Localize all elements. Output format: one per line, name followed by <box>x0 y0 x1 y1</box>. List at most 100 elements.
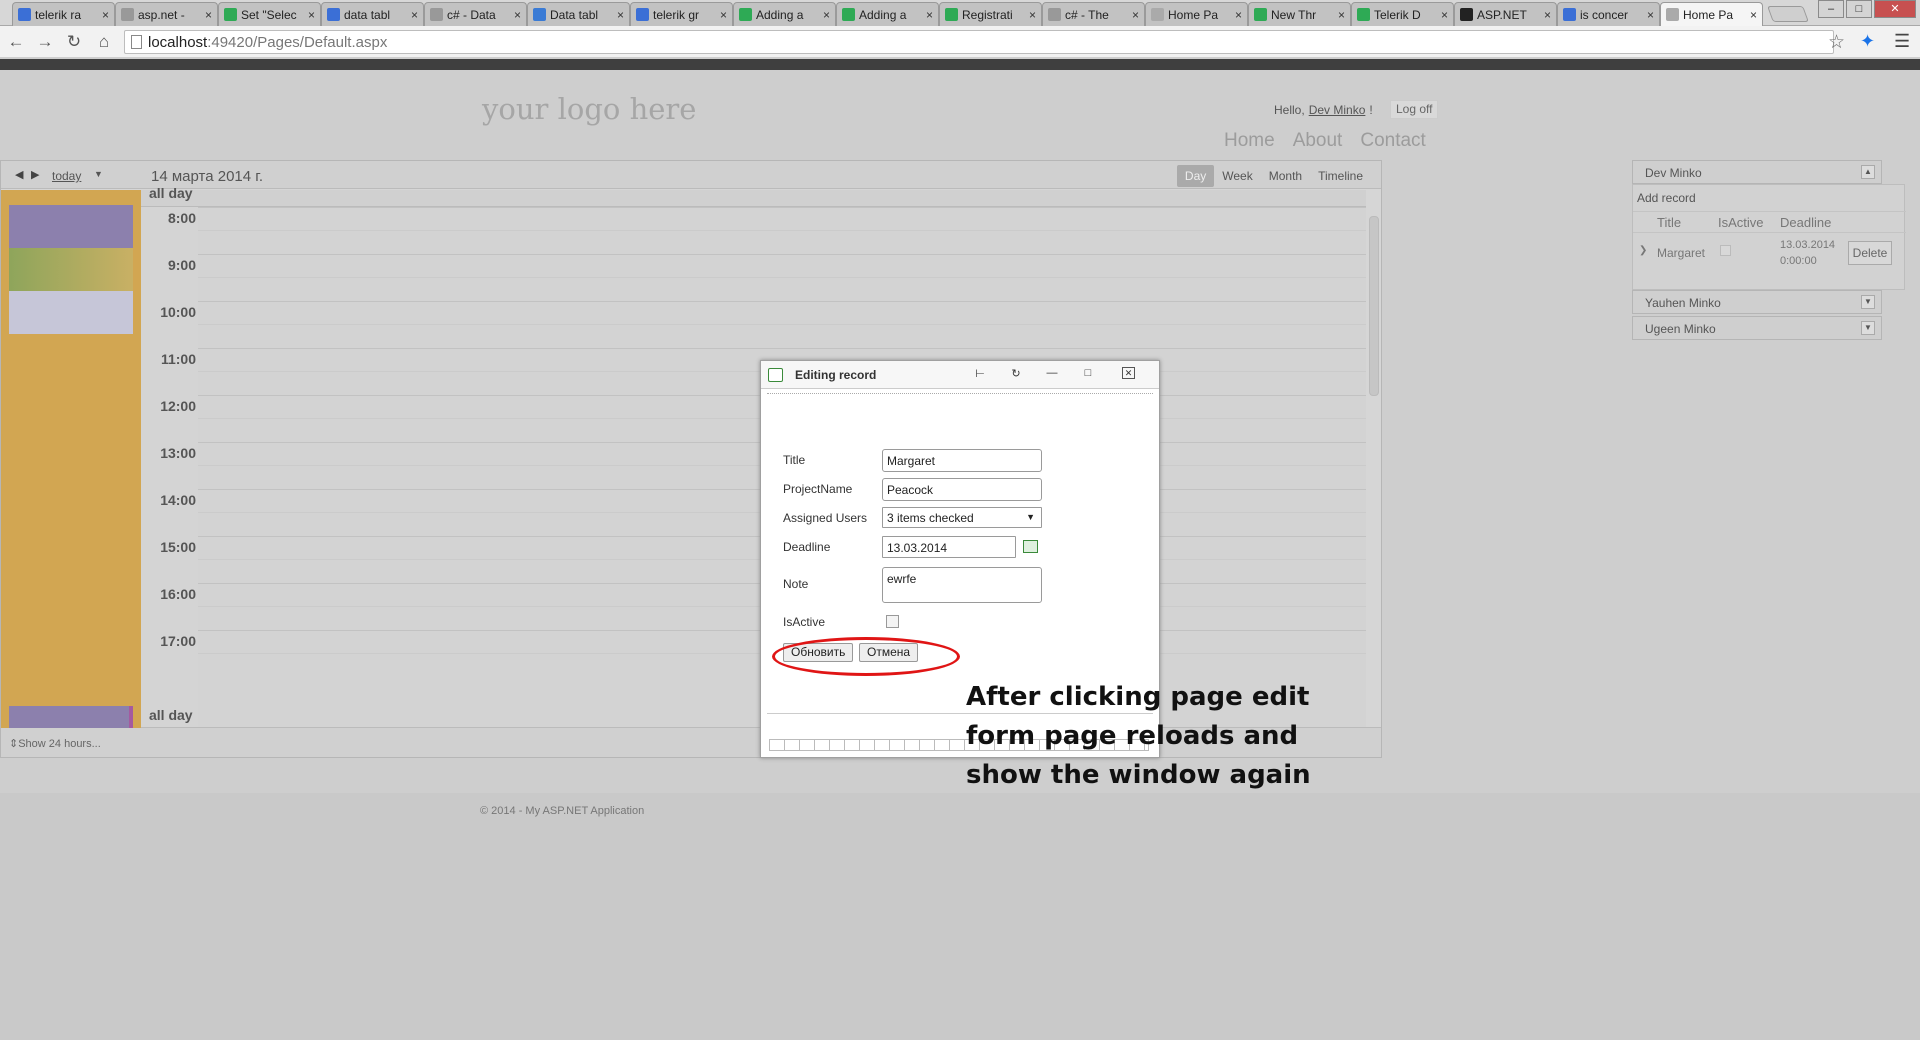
address-bar[interactable]: localhost:49420/Pages/Default.aspx <box>124 30 1834 54</box>
tab-close-icon[interactable]: × <box>205 8 212 22</box>
browser-tab[interactable]: New Thr × <box>1248 2 1351 26</box>
tab-close-icon[interactable]: × <box>617 8 624 22</box>
isactive-checkbox[interactable] <box>1720 245 1731 256</box>
expand-arrow-icon[interactable]: ❯ <box>1639 245 1647 256</box>
tab-close-icon[interactable]: × <box>720 8 727 22</box>
browser-tab[interactable]: c# - The × <box>1042 2 1145 26</box>
tab-close-icon[interactable]: × <box>1647 8 1654 22</box>
google-icon <box>1563 8 1576 21</box>
browser-tab[interactable]: asp.net - × <box>115 2 218 26</box>
chevron-down-icon[interactable]: ▼ <box>1861 295 1875 309</box>
browser-tab[interactable]: c# - Data × <box>424 2 527 26</box>
tab-close-icon[interactable]: × <box>1441 8 1448 22</box>
all-day-row[interactable] <box>141 190 1366 207</box>
google-icon <box>18 8 31 21</box>
view-month[interactable]: Month <box>1261 165 1310 187</box>
deadline-input[interactable]: 13.03.2014 <box>882 536 1016 558</box>
assigned-users-dropdown[interactable]: 3 items checked ▼ <box>882 507 1042 528</box>
nav-contact[interactable]: Contact <box>1360 130 1425 152</box>
appointment-block[interactable] <box>9 291 133 334</box>
appointment-block[interactable] <box>9 205 133 248</box>
add-record-link[interactable]: Add record <box>1637 191 1696 205</box>
home-icon[interactable]: ⌂ <box>94 32 114 52</box>
pin-icon[interactable]: ⊢ <box>972 367 988 380</box>
chevron-down-icon[interactable]: ▼ <box>1861 321 1875 335</box>
view-switcher: Day Week Month Timeline <box>1176 165 1371 187</box>
grid-line <box>198 277 1366 278</box>
isactive-checkbox[interactable] <box>886 615 899 628</box>
tab-title: c# - Data <box>447 7 496 22</box>
maximize-icon[interactable]: □ <box>1080 367 1096 379</box>
table-row: ❯ Margaret 13.03.2014 0:00:00 Delete <box>1633 233 1906 275</box>
tab-close-icon[interactable]: × <box>1750 8 1757 22</box>
browser-tab[interactable]: Home Pa × <box>1145 2 1248 26</box>
projectname-input[interactable]: Peacock <box>882 478 1042 501</box>
accordion-yauhen-minko[interactable]: Yauhen Minko ▼ <box>1632 290 1882 314</box>
logoff-button[interactable]: Log off <box>1390 100 1439 119</box>
nav-home[interactable]: Home <box>1224 130 1275 152</box>
label-isactive: IsActive <box>783 615 826 629</box>
menu-icon[interactable]: ☰ <box>1894 31 1910 52</box>
browser-tab[interactable]: Adding a × <box>836 2 939 26</box>
tab-close-icon[interactable]: × <box>926 8 933 22</box>
browser-tab[interactable]: telerik ra × <box>12 2 115 26</box>
browser-tab[interactable]: data tabl × <box>321 2 424 26</box>
browser-tab[interactable]: Registrati × <box>939 2 1042 26</box>
calendar-icon[interactable] <box>1023 540 1038 553</box>
close-window-icon[interactable]: ✕ <box>1874 0 1916 18</box>
forward-arrow-icon[interactable]: → <box>35 32 55 52</box>
minimize-icon[interactable]: — <box>1044 367 1060 379</box>
back-arrow-icon[interactable]: ← <box>6 32 26 52</box>
site-logo[interactable]: your logo here <box>482 92 696 126</box>
tab-close-icon[interactable]: × <box>102 8 109 22</box>
reload-icon[interactable]: ↻ <box>1008 367 1024 380</box>
browser-tab[interactable]: Telerik D × <box>1351 2 1454 26</box>
hour-label: 10:00 <box>160 304 196 320</box>
tab-close-icon[interactable]: × <box>411 8 418 22</box>
browser-tab[interactable]: Adding a × <box>733 2 836 26</box>
chevron-down-icon[interactable]: ▼ <box>94 169 103 179</box>
today-link[interactable]: today <box>52 169 81 183</box>
accordion-ugeen-minko[interactable]: Ugeen Minko ▼ <box>1632 316 1882 340</box>
chevron-up-icon[interactable]: ▲ <box>1861 165 1875 179</box>
dialog-titlebar[interactable]: Editing record ⊢ ↻ — □ ✕ <box>761 361 1159 389</box>
reload-icon[interactable]: ↻ <box>64 32 84 52</box>
note-textarea[interactable]: ewrfe <box>882 567 1042 603</box>
browser-tab[interactable]: Home Pa × <box>1660 2 1763 26</box>
browser-tab[interactable]: Set "Selec × <box>218 2 321 26</box>
show-24-hours-link[interactable]: ⇕Show 24 hours... <box>9 737 101 750</box>
tab-close-icon[interactable]: × <box>1544 8 1551 22</box>
nav-about[interactable]: About <box>1293 130 1343 152</box>
minimize-icon[interactable]: – <box>1818 0 1844 18</box>
tab-close-icon[interactable]: × <box>1338 8 1345 22</box>
appointment-block[interactable] <box>9 248 133 291</box>
new-tab-button[interactable] <box>1767 6 1809 22</box>
tab-close-icon[interactable]: × <box>308 8 315 22</box>
browser-tab[interactable]: Data tabl × <box>527 2 630 26</box>
prev-arrow-icon[interactable]: ◀ <box>15 168 23 181</box>
annotation-line: After clicking page edit <box>966 682 1310 712</box>
tab-list: telerik ra × asp.net - × Set "Selec × data tab… <box>12 2 1763 26</box>
close-icon[interactable]: ✕ <box>1122 367 1135 379</box>
tab-close-icon[interactable]: × <box>823 8 830 22</box>
view-day[interactable]: Day <box>1176 165 1215 187</box>
accordion-dev-minko[interactable]: Dev Minko ▲ <box>1632 160 1882 184</box>
tab-close-icon[interactable]: × <box>1132 8 1139 22</box>
scrollbar[interactable] <box>1369 216 1379 396</box>
browser-tab[interactable]: ASP.NET × <box>1454 2 1557 26</box>
tab-close-icon[interactable]: × <box>1029 8 1036 22</box>
restore-icon[interactable]: □ <box>1846 0 1872 18</box>
browser-tab[interactable]: telerik gr × <box>630 2 733 26</box>
next-arrow-icon[interactable]: ▶ <box>31 168 39 181</box>
delete-button[interactable]: Delete <box>1848 241 1892 265</box>
tab-close-icon[interactable]: × <box>1235 8 1242 22</box>
tab-close-icon[interactable]: × <box>514 8 521 22</box>
extension-icon[interactable]: ✦ <box>1860 31 1875 52</box>
title-input[interactable]: Margaret <box>882 449 1042 472</box>
browser-toolbar: ← → ↻ ⌂ localhost:49420/Pages/Default.as… <box>0 26 1920 58</box>
view-week[interactable]: Week <box>1214 165 1260 187</box>
user-link[interactable]: Dev Minko <box>1309 103 1366 117</box>
bookmark-star-icon[interactable]: ☆ <box>1828 31 1845 54</box>
browser-tab[interactable]: is concer × <box>1557 2 1660 26</box>
view-timeline[interactable]: Timeline <box>1310 165 1371 187</box>
